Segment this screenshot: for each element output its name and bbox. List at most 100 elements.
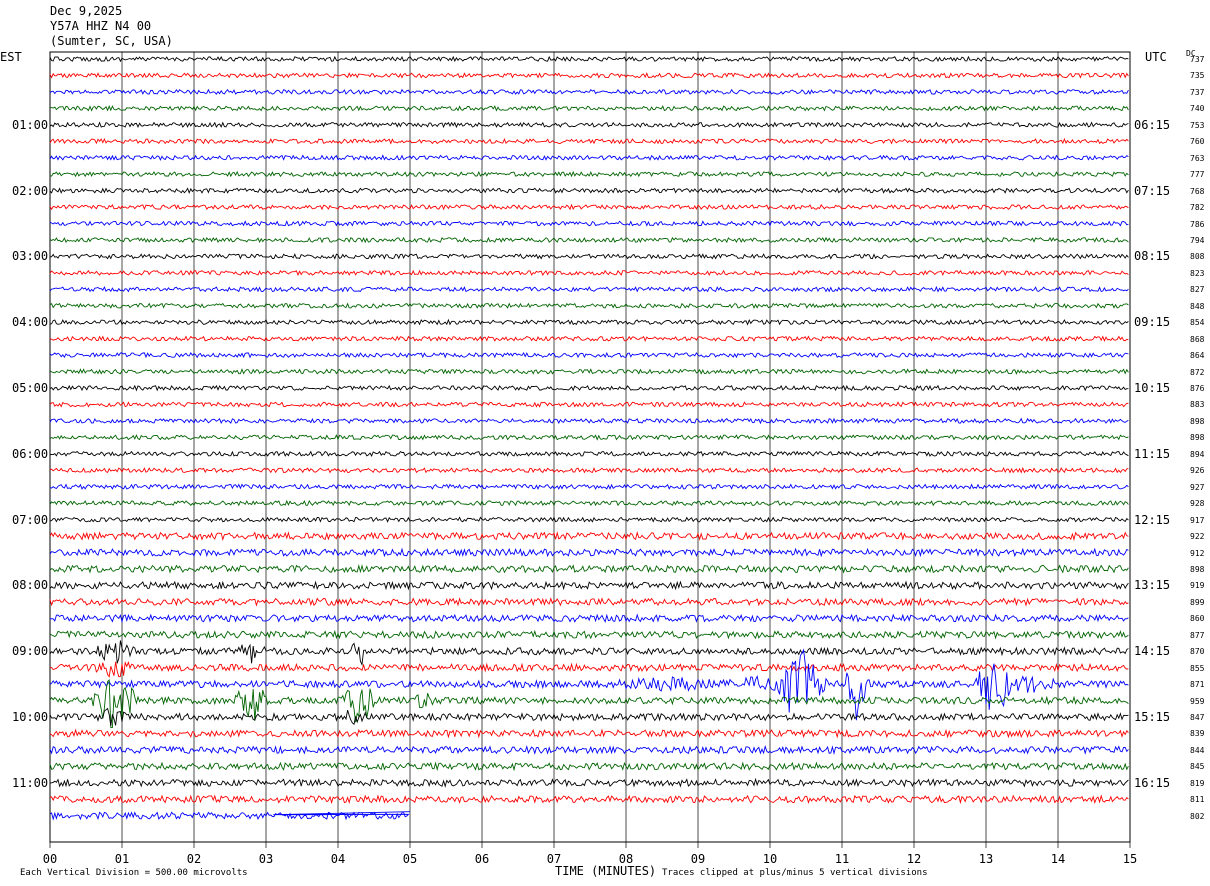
dc-offset-label: 928 xyxy=(1190,499,1205,509)
x-tick-label: 06 xyxy=(474,852,490,866)
dc-offset-label: 883 xyxy=(1190,400,1205,410)
seismic-trace xyxy=(49,613,1129,624)
dc-offset-label: 737 xyxy=(1190,87,1205,97)
seismic-trace xyxy=(49,170,1129,178)
right-hour-label: 16:15 xyxy=(1134,775,1171,790)
seismic-trace xyxy=(49,661,1129,678)
dc-offset-label: 912 xyxy=(1190,548,1205,558)
seismic-trace xyxy=(49,640,1129,667)
seismic-trace xyxy=(49,203,1129,211)
seismic-trace xyxy=(49,678,1129,728)
dc-offset-label: 899 xyxy=(1190,597,1205,607)
seismic-trace xyxy=(49,335,1129,342)
dc-offset-label: 735 xyxy=(1190,71,1205,81)
x-tick-label: 05 xyxy=(402,852,418,866)
seismic-trace xyxy=(49,728,1129,739)
left-hour-label: 05:00 xyxy=(12,381,49,395)
dc-offset-label: 839 xyxy=(1190,729,1205,739)
x-tick-label: 11 xyxy=(834,852,850,866)
dc-offset-label: 763 xyxy=(1190,153,1205,163)
seismic-trace xyxy=(49,580,1129,591)
dc-offset-label: 927 xyxy=(1190,482,1205,492)
seismic-trace xyxy=(49,466,1129,474)
dc-offset-label: 854 xyxy=(1190,318,1205,328)
dc-offset-label: 894 xyxy=(1190,449,1205,459)
dc-offset-label: 808 xyxy=(1190,252,1205,262)
x-tick-label: 02 xyxy=(186,852,202,866)
scale-note: Each Vertical Division = 500.00 microvol… xyxy=(20,868,248,878)
plot-frame xyxy=(49,51,1131,843)
x-tick-label: 01 xyxy=(114,852,130,866)
dc-offset-label: 777 xyxy=(1190,170,1205,180)
seismic-trace xyxy=(49,629,1129,640)
dc-offset-label: 827 xyxy=(1190,285,1205,295)
dc-offset-label: 811 xyxy=(1190,795,1205,805)
dc-offset-label: 898 xyxy=(1190,433,1205,443)
right-hour-label: 10:15 xyxy=(1134,381,1171,395)
right-hour-label: 13:15 xyxy=(1134,578,1171,593)
right-hour-label: 15:15 xyxy=(1134,710,1171,724)
seismic-trace xyxy=(50,794,1129,805)
left-hour-label: 04:00 xyxy=(12,315,49,330)
seismic-trace xyxy=(49,707,1129,726)
seismic-trace xyxy=(49,269,1129,277)
seismic-trace xyxy=(49,597,1129,607)
seismic-trace xyxy=(49,777,1129,788)
seismic-trace xyxy=(49,384,1129,392)
x-tick-label: 10 xyxy=(762,852,778,866)
seismic-trace xyxy=(49,253,1129,260)
left-hour-label: 06:00 xyxy=(12,446,49,461)
x-tick-label: 00 xyxy=(42,852,58,866)
dc-offset-label: 740 xyxy=(1190,104,1205,114)
seismic-trace xyxy=(49,121,1129,129)
seismic-trace xyxy=(49,516,1129,523)
seismic-trace xyxy=(49,55,1129,63)
dc-offset-label: 819 xyxy=(1190,778,1205,788)
right-hour-label: 09:15 xyxy=(1134,315,1171,330)
dc-offset-label: 845 xyxy=(1190,762,1205,772)
seismic-trace xyxy=(49,187,1129,195)
seismic-trace xyxy=(49,564,1129,574)
dc-offset-label: 870 xyxy=(1190,647,1205,657)
dc-offset-label: 768 xyxy=(1190,186,1205,196)
dc-offset-label: 760 xyxy=(1190,137,1205,147)
dc-offset-label: 871 xyxy=(1190,680,1205,690)
seismic-trace xyxy=(49,220,1129,227)
seismic-trace xyxy=(49,483,1129,490)
seismic-trace xyxy=(49,417,1129,425)
x-tick-label: 12 xyxy=(906,852,922,866)
seismic-trace xyxy=(49,285,1129,293)
dc-offset-label: 844 xyxy=(1190,745,1205,755)
left-hour-label: 11:00 xyxy=(12,775,49,790)
dc-offset-label: 868 xyxy=(1190,334,1205,344)
x-tick-label: 03 xyxy=(258,852,274,866)
right-hour-label: 06:15 xyxy=(1134,117,1171,132)
x-axis-title: TIME (MINUTES) xyxy=(555,864,657,878)
dc-offset-label: 848 xyxy=(1190,301,1205,311)
dc-offset-label: 876 xyxy=(1190,384,1205,393)
seismic-trace xyxy=(49,531,1129,542)
seismic-trace xyxy=(49,368,1129,375)
x-tick-label: 13 xyxy=(978,852,994,866)
seismic-trace xyxy=(49,104,1129,112)
dc-offset-label: 794 xyxy=(1190,235,1205,245)
seismic-trace xyxy=(49,137,1129,145)
left-hour-label: 09:00 xyxy=(12,644,49,659)
seismic-trace xyxy=(49,547,1129,558)
dc-offset-label: 864 xyxy=(1190,351,1205,361)
seismic-trace xyxy=(49,434,1129,441)
right-hour-label: 11:15 xyxy=(1134,446,1171,461)
dc-offset-label: 737 xyxy=(1190,55,1205,64)
clip-note: Traces clipped at plus/minus 5 vertical … xyxy=(662,868,928,878)
left-hour-label: 02:00 xyxy=(12,183,49,198)
dc-offset-label: 959 xyxy=(1190,696,1205,706)
right-hour-label: 12:15 xyxy=(1134,512,1171,527)
dc-offset-label: 922 xyxy=(1190,532,1205,542)
seismic-trace xyxy=(49,401,1129,408)
dc-offset-label: 898 xyxy=(1190,564,1205,574)
dc-offset-label: 877 xyxy=(1190,630,1205,640)
x-tick-label: 04 xyxy=(330,852,346,866)
dc-offset-label: 926 xyxy=(1190,466,1205,476)
dc-offset-label: 855 xyxy=(1190,663,1205,673)
dc-offset-label: 847 xyxy=(1190,713,1205,722)
